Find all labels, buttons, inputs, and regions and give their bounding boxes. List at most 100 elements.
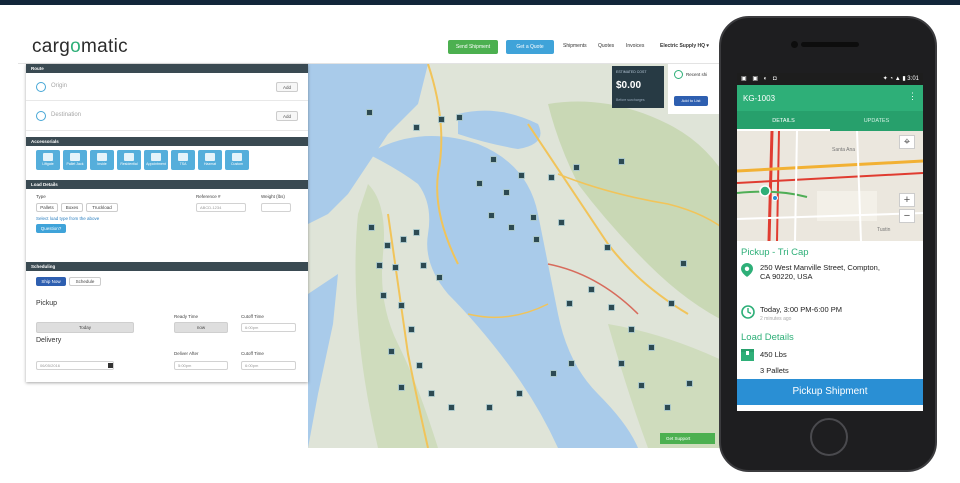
accessorial-residential[interactable]: Residential [117,150,141,170]
question-button[interactable]: Question? [36,224,66,233]
map-marker-icon[interactable] [368,224,375,231]
tab-updates[interactable]: UPDATES [830,111,923,131]
nav-invoices[interactable]: Invoices [626,43,644,49]
accessorial-pallet-jack[interactable]: Pallet Jack [63,150,87,170]
calendar-icon[interactable] [108,363,113,368]
accessorial-inside[interactable]: Inside [90,150,114,170]
map-marker-icon[interactable] [438,116,445,123]
recent-check-icon[interactable] [674,70,683,79]
map-marker-icon[interactable] [516,390,523,397]
shipment-map[interactable] [308,64,730,448]
overflow-menu-icon[interactable]: ⋮ [908,91,917,102]
map-marker-icon[interactable] [380,292,387,299]
pickup-map[interactable]: Santa Ana Tustin ⌖ + − [737,131,923,241]
map-marker-icon[interactable] [680,260,687,267]
map-marker-icon[interactable] [413,229,420,236]
map-marker-icon[interactable] [548,174,555,181]
map-marker-icon[interactable] [618,360,625,367]
map-marker-icon[interactable] [573,164,580,171]
nav-shipments[interactable]: Shipments [563,43,587,49]
map-marker-icon[interactable] [436,274,443,281]
reference-input[interactable]: ABCD-1234 [196,203,246,212]
map-marker-icon[interactable] [392,264,399,271]
map-marker-icon[interactable] [388,348,395,355]
map-marker-icon[interactable] [608,304,615,311]
zoom-in-icon[interactable]: + [899,193,915,207]
map-marker-icon[interactable] [366,109,373,116]
phone-device: ▣ ▣ ◐ ◘ ✦ ◔ ▲ ▮ 3:01 KG-1003 ⋮ DETAILS U… [719,16,937,472]
map-marker-icon[interactable] [550,370,557,377]
nav-quotes[interactable]: Quotes [598,43,614,49]
map-marker-icon[interactable] [408,326,415,333]
accessorial-liftgate[interactable]: Liftgate [36,150,60,170]
accessorial-tsa[interactable]: TSA [171,150,195,170]
map-marker-icon[interactable] [448,404,455,411]
map-marker-icon[interactable] [376,262,383,269]
map-marker-icon[interactable] [566,300,573,307]
map-marker-icon[interactable] [384,242,391,249]
add-destination-button[interactable]: Add [276,111,298,121]
map-marker-icon[interactable] [400,236,407,243]
map-marker-icon[interactable] [533,236,540,243]
pickup-cutoff-input[interactable]: 6:00pm [241,323,296,332]
origin-input[interactable]: Origin [51,83,67,89]
add-to-list-button[interactable]: Add to List [674,96,708,106]
map-marker-icon[interactable] [618,158,625,165]
type-boxes-button[interactable]: Boxes [61,203,83,212]
map-marker-icon[interactable] [428,390,435,397]
crosshair-icon[interactable]: ⌖ [899,135,915,149]
map-marker-icon[interactable] [628,326,635,333]
map-marker-icon[interactable] [488,212,495,219]
account-menu[interactable]: Electric Supply HQ ▾ [660,43,709,49]
map-marker-icon[interactable] [668,300,675,307]
map-marker-icon[interactable] [416,362,423,369]
type-pallets-button[interactable]: Pallets [36,203,58,212]
map-marker-icon[interactable] [568,360,575,367]
pickup-shipment-button[interactable]: Pickup Shipment [737,379,923,405]
map-marker-icon[interactable] [503,189,510,196]
home-button[interactable] [810,418,848,456]
map-marker-icon[interactable] [530,214,537,221]
destination-input[interactable]: Destination [51,112,81,118]
support-chat-button[interactable]: Get Support [660,433,715,444]
map-marker-icon[interactable] [664,404,671,411]
schedule-button[interactable]: Schedule [69,277,101,286]
send-shipment-button[interactable]: Send Shipment [448,40,498,54]
type-label: Type [36,194,46,199]
origin-row[interactable]: Origin Add [26,73,308,101]
map-marker-icon[interactable] [558,219,565,226]
ship-now-button[interactable]: Ship Now [36,277,66,286]
delivery-date-input[interactable]: 06/05/2016 [36,361,114,370]
map-marker-icon[interactable] [588,286,595,293]
destination-row[interactable]: Destination Add [26,101,308,131]
add-origin-button[interactable]: Add [276,82,298,92]
map-marker-icon[interactable] [508,224,515,231]
type-truckload-button[interactable]: Truckload [86,203,118,212]
delivery-cutoff-input[interactable]: 6:00pm [241,361,296,370]
map-marker-icon[interactable] [398,302,405,309]
map-marker-icon[interactable] [476,180,483,187]
accessorial-custom[interactable]: Custom [225,150,249,170]
map-marker-icon[interactable] [420,262,427,269]
front-camera [791,41,798,48]
map-marker-icon[interactable] [413,124,420,131]
pickup-today-button[interactable]: Today [36,322,134,333]
get-quote-button[interactable]: Get a Quote [506,40,554,54]
zoom-out-icon[interactable]: − [899,209,915,223]
map-marker-icon[interactable] [648,344,655,351]
accessorial-hazmat[interactable]: Hazmat [198,150,222,170]
weight-input[interactable] [261,203,291,212]
map-marker-icon[interactable] [486,404,493,411]
map-marker-icon[interactable] [604,244,611,251]
accessorial-appointment[interactable]: Appointment [144,150,168,170]
map-marker-icon[interactable] [638,382,645,389]
deliver-after-input[interactable]: 5:00pm [174,361,228,370]
map-marker-icon[interactable] [686,380,693,387]
map-marker-icon[interactable] [456,114,463,121]
cargomatic-logo[interactable]: cargomatic [32,36,128,58]
map-marker-icon[interactable] [398,384,405,391]
tab-details[interactable]: DETAILS [737,111,830,131]
ready-now-button[interactable]: now [174,322,228,333]
map-marker-icon[interactable] [518,172,525,179]
map-marker-icon[interactable] [490,156,497,163]
